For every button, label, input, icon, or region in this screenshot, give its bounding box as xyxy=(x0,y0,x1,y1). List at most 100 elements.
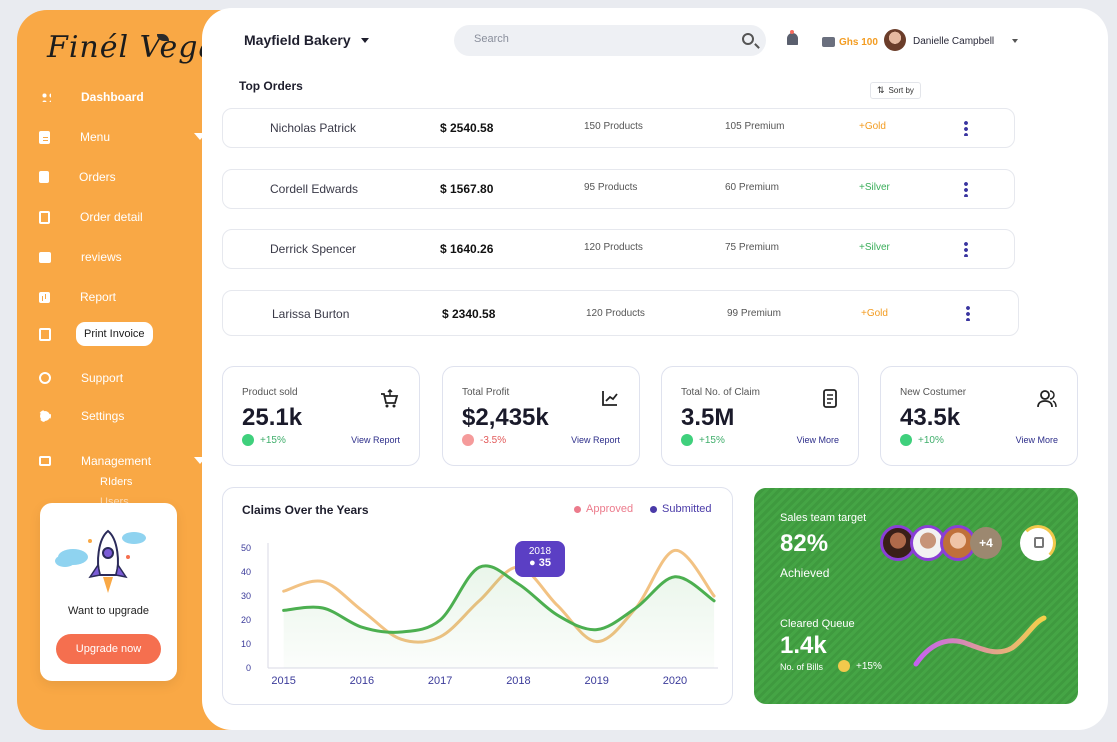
order-tier: +Silver xyxy=(859,182,890,193)
arrow-up-icon xyxy=(900,434,912,446)
order-amount: $ 1640.26 xyxy=(440,242,494,256)
x-tick-label: 2019 xyxy=(584,675,608,687)
order-products: 150 Products xyxy=(584,121,643,132)
x-tick-label: 2015 xyxy=(271,675,295,687)
stat-delta-value: -3.5% xyxy=(480,434,507,446)
tooltip-year: 2018 xyxy=(528,546,552,557)
sidebar-item-reviews[interactable]: reviews xyxy=(39,243,122,271)
more-options-icon[interactable] xyxy=(964,120,968,136)
sidebar-item-label: Orders xyxy=(79,170,116,184)
store-name: Mayfield Bakery xyxy=(244,32,351,48)
search-icon[interactable] xyxy=(742,33,754,45)
sidebar-item-report[interactable]: Report xyxy=(39,283,116,311)
sidebar-item-print-invoice[interactable]: Print Invoice xyxy=(39,320,153,348)
order-customer: Nicholas Patrick xyxy=(270,121,357,135)
sidebar-item-label: Dashboard xyxy=(81,90,144,104)
order-customer: Larissa Burton xyxy=(272,307,350,321)
sidebar-subitem-riders[interactable]: RIders xyxy=(100,476,132,488)
order-customer: Cordell Edwards xyxy=(270,182,359,196)
series-area-submitted xyxy=(283,565,715,668)
y-tick-label: 40 xyxy=(241,567,251,577)
order-customer: Derrick Spencer xyxy=(270,242,357,256)
main-panel: Mayfield Bakery Ghs 100 Danielle Campbel… xyxy=(202,8,1108,730)
rocket-icon xyxy=(55,529,146,593)
view-more-link[interactable]: View More xyxy=(797,435,839,445)
stat-card-total-profit: Total Profit $2,435k -3.5% View Report xyxy=(442,366,640,466)
chevron-down-icon xyxy=(360,37,369,43)
sidebar-item-label: Settings xyxy=(81,409,125,423)
sidebar-item-label: Print Invoice xyxy=(76,322,153,346)
stat-value: 43.5k xyxy=(900,404,961,431)
chart-tooltip: 2018 ● 35 xyxy=(515,541,565,577)
order-premium: 60 Premium xyxy=(725,182,779,193)
order-row[interactable]: Nicholas Patrick $ 2540.58 150 Products … xyxy=(222,108,1015,148)
order-row[interactable]: Derrick Spencer $ 1640.26 120 Products 7… xyxy=(222,229,1015,269)
more-options-icon[interactable] xyxy=(966,305,970,321)
stat-delta: +15% xyxy=(681,434,725,446)
order-amount: $ 1567.80 xyxy=(440,182,494,196)
arrow-up-icon xyxy=(681,434,693,446)
sort-button[interactable]: ⇅ Sort by xyxy=(870,82,921,99)
order-row[interactable]: Cordell Edwards $ 1567.80 95 Products 60… xyxy=(222,169,1015,209)
more-options-icon[interactable] xyxy=(964,181,968,197)
store-selector[interactable]: Mayfield Bakery xyxy=(244,32,369,48)
order-amount: $ 2340.58 xyxy=(442,307,496,321)
sidebar-item-orders[interactable]: Orders xyxy=(39,163,116,191)
claims-line-chart: 0 10 20 30 40 50 2015 2016 2017 2018 2019 2020 xyxy=(241,543,718,687)
stat-delta: +10% xyxy=(900,434,944,446)
stat-label: Total Profit xyxy=(462,387,510,398)
stat-label: New Costumer xyxy=(900,387,967,398)
x-tick-label: 2017 xyxy=(428,675,452,687)
sidebar-item-support[interactable]: Support xyxy=(39,364,123,392)
chevron-down-icon[interactable] xyxy=(1012,39,1018,43)
stat-card-new-customer: New Costumer 43.5k +10% View More xyxy=(880,366,1078,466)
view-more-link[interactable]: View More xyxy=(1016,435,1058,445)
receipt-icon xyxy=(823,389,837,408)
order-tier: +Silver xyxy=(859,242,890,253)
gear-icon xyxy=(39,410,51,422)
view-report-link[interactable]: View Report xyxy=(571,435,620,445)
view-report-link[interactable]: View Report xyxy=(351,435,400,445)
upgrade-button[interactable]: Upgrade now xyxy=(56,634,161,664)
search-input[interactable] xyxy=(474,33,714,45)
document-icon xyxy=(39,130,50,144)
order-row[interactable]: Larissa Burton $ 2340.58 120 Products 99… xyxy=(222,290,1019,336)
cart-icon xyxy=(381,389,399,408)
stat-delta: +15% xyxy=(242,434,286,446)
order-amount: $ 2540.58 xyxy=(440,121,494,135)
clipboard-icon xyxy=(39,210,50,224)
stat-label: Product sold xyxy=(242,387,298,398)
sidebar-item-label: reviews xyxy=(81,250,122,264)
order-premium: 99 Premium xyxy=(727,308,781,319)
y-tick-label: 0 xyxy=(246,663,251,673)
order-premium: 75 Premium xyxy=(725,242,779,253)
order-products: 95 Products xyxy=(584,182,638,193)
upgrade-text: Want to upgrade xyxy=(68,605,149,617)
stat-delta: -3.5% xyxy=(462,434,506,446)
sidebar-item-dashboard[interactable]: Dashboard xyxy=(39,83,144,111)
tooltip-value: ● 35 xyxy=(529,557,551,569)
sidebar-item-label: Support xyxy=(81,371,124,385)
bar-chart-icon xyxy=(39,291,50,303)
avatar[interactable] xyxy=(884,29,906,51)
monitor-icon xyxy=(39,456,51,466)
stat-value: $2,435k xyxy=(462,404,549,431)
queue-sparkline xyxy=(913,615,1047,667)
more-options-icon[interactable] xyxy=(964,241,968,257)
y-tick-label: 30 xyxy=(241,591,251,601)
bell-icon[interactable] xyxy=(787,30,798,45)
arrow-down-icon xyxy=(462,434,474,446)
stat-delta-value: +15% xyxy=(699,434,725,446)
grid-icon xyxy=(41,92,51,102)
sidebar-item-order-detail[interactable]: Order detail xyxy=(39,203,143,231)
stat-value: 3.5M xyxy=(681,404,735,431)
user-name[interactable]: Danielle Campbell xyxy=(913,36,994,47)
users-icon xyxy=(1037,390,1057,408)
sidebar-item-label: Menu xyxy=(80,130,111,144)
y-tick-label: 10 xyxy=(241,639,251,649)
claims-chart-card: Claims Over the Years Approved Submitted… xyxy=(222,487,733,705)
x-tick-label: 2018 xyxy=(506,675,530,687)
sidebar-item-settings[interactable]: Settings xyxy=(39,402,124,430)
wallet-icon xyxy=(822,37,835,47)
invoice-icon xyxy=(39,327,51,341)
